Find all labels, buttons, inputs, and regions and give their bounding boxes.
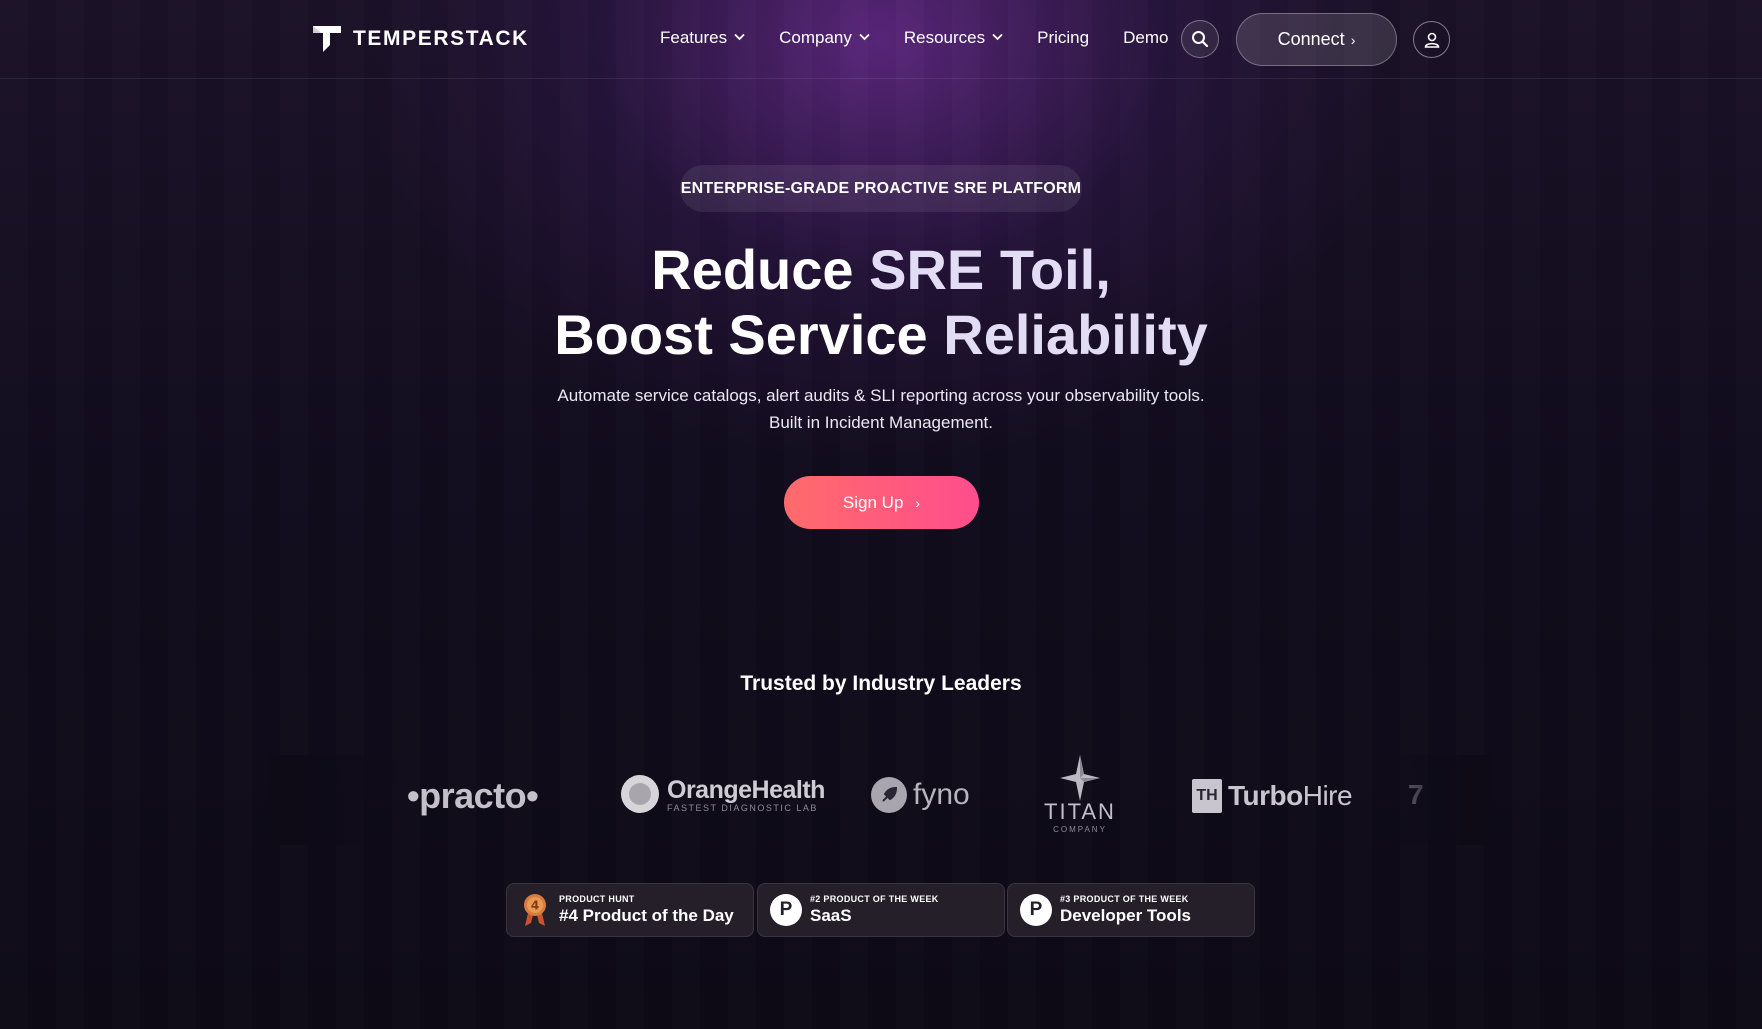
nav-item-label: Demo xyxy=(1123,28,1169,47)
nav-item-demo[interactable]: Demo xyxy=(1123,28,1168,48)
nav-item-label: Company xyxy=(779,28,852,47)
chevron-down-icon xyxy=(859,32,870,44)
product-hunt-badge-devtools[interactable]: P #3 PRODUCT OF THE WEEK Developer Tools xyxy=(1007,883,1255,937)
subtitle-line1: Automate service catalogs, alert audits … xyxy=(557,386,1205,405)
sign-up-label: Sign Up xyxy=(842,492,904,512)
orangehealth-mark-icon xyxy=(621,775,659,813)
badge-title: #4 Product of the Day xyxy=(559,906,734,925)
nav-item-label: Pricing xyxy=(1037,28,1090,47)
badge-title: SaaS xyxy=(810,906,852,925)
badge-title: Developer Tools xyxy=(1060,906,1191,925)
headline-line1-b: SRE Toil, xyxy=(869,238,1111,301)
practo-logo: •practo• xyxy=(407,775,539,816)
medal-number: 4 xyxy=(531,899,539,913)
product-hunt-badge-day[interactable]: 4 PRODUCT HUNT #4 Product of the Day xyxy=(506,883,754,937)
chevron-right-icon: › xyxy=(915,494,921,511)
brand-name: TEMPERSTACK xyxy=(353,27,529,50)
eyebrow-text: ENTERPRISE-GRADE PROACTIVE SRE PLATFORM xyxy=(680,179,1082,197)
chevron-down-icon xyxy=(734,32,745,44)
sign-up-button[interactable]: Sign Up › xyxy=(784,476,979,529)
nav-item-label: Features xyxy=(660,28,728,47)
turbohire-logo: TH TurboHire xyxy=(1192,779,1353,813)
brand-logo-link[interactable]: TEMPERSTACK xyxy=(311,23,529,55)
turbohire-name-bold: Turbo xyxy=(1228,780,1303,811)
medal-icon: 4 xyxy=(519,891,551,929)
turbohire-mark-icon: TH xyxy=(1192,779,1222,813)
orangehealth-logo: OrangeHealth FASTEST DIAGNOSTIC LAB xyxy=(621,775,825,813)
top-navbar: TEMPERSTACK Features Company Resources P… xyxy=(0,0,1762,79)
main-menu: Features Company Resources Pricing Demo xyxy=(660,28,1202,48)
product-hunt-icon: P xyxy=(1020,894,1052,926)
user-icon xyxy=(1424,32,1439,48)
search-icon xyxy=(1192,31,1209,48)
hero-headline: Reduce SRE Toil, Boost Service Reliabili… xyxy=(381,237,1381,367)
hero-eyebrow-badge: ENTERPRISE-GRADE PROACTIVE SRE PLATFORM xyxy=(680,165,1082,212)
titan-star-icon xyxy=(1060,755,1100,801)
titan-logo: TITAN COMPANY xyxy=(1040,755,1120,834)
chevron-right-icon: › xyxy=(1350,31,1356,48)
badge-caption: #3 PRODUCT OF THE WEEK xyxy=(1060,894,1189,904)
subtitle-line2: Built in Incident Management. xyxy=(769,413,993,432)
fyno-logo: fyno xyxy=(871,777,970,813)
customer-logo-carousel: •practo• OrangeHealth FASTEST DIAGNOSTIC… xyxy=(270,755,1492,845)
orangehealth-name: OrangeHealth xyxy=(667,775,825,804)
carousel-fade-right xyxy=(1382,755,1492,845)
chevron-down-icon xyxy=(992,32,1003,44)
nav-item-features[interactable]: Features xyxy=(660,28,745,48)
connect-label: Connect xyxy=(1277,29,1345,49)
nav-item-label: Resources xyxy=(903,28,986,47)
temperstack-logo-icon xyxy=(313,26,341,52)
titan-subname: COMPANY xyxy=(1053,825,1107,834)
titan-name: TITAN xyxy=(1044,799,1116,824)
headline-line2-b: Reliability xyxy=(943,303,1208,366)
fyno-name: fyno xyxy=(913,778,970,811)
hero-subtitle: Automate service catalogs, alert audits … xyxy=(431,382,1331,436)
product-hunt-badge-saas[interactable]: P #2 PRODUCT OF THE WEEK SaaS xyxy=(757,883,1005,937)
fyno-rocket-icon xyxy=(871,777,907,813)
headline-line1-a: Reduce xyxy=(651,238,870,301)
product-hunt-icon: P xyxy=(770,894,802,926)
nav-item-pricing[interactable]: Pricing xyxy=(1037,28,1089,48)
orangehealth-tagline: FASTEST DIAGNOSTIC LAB xyxy=(667,802,818,813)
trusted-heading: Trusted by Industry Leaders xyxy=(740,672,1022,695)
badge-caption: #2 PRODUCT OF THE WEEK xyxy=(810,894,939,904)
search-button[interactable] xyxy=(1181,20,1219,58)
badge-caption: PRODUCT HUNT xyxy=(559,894,635,904)
nav-item-resources[interactable]: Resources xyxy=(904,28,1003,48)
carousel-fade-left xyxy=(270,755,400,845)
nav-item-company[interactable]: Company xyxy=(779,28,870,48)
turbohire-name-light: Hire xyxy=(1302,780,1353,811)
connect-button[interactable]: Connect › xyxy=(1236,13,1397,66)
account-button[interactable] xyxy=(1413,21,1450,58)
headline-line2-a: Boost Service xyxy=(554,303,944,366)
